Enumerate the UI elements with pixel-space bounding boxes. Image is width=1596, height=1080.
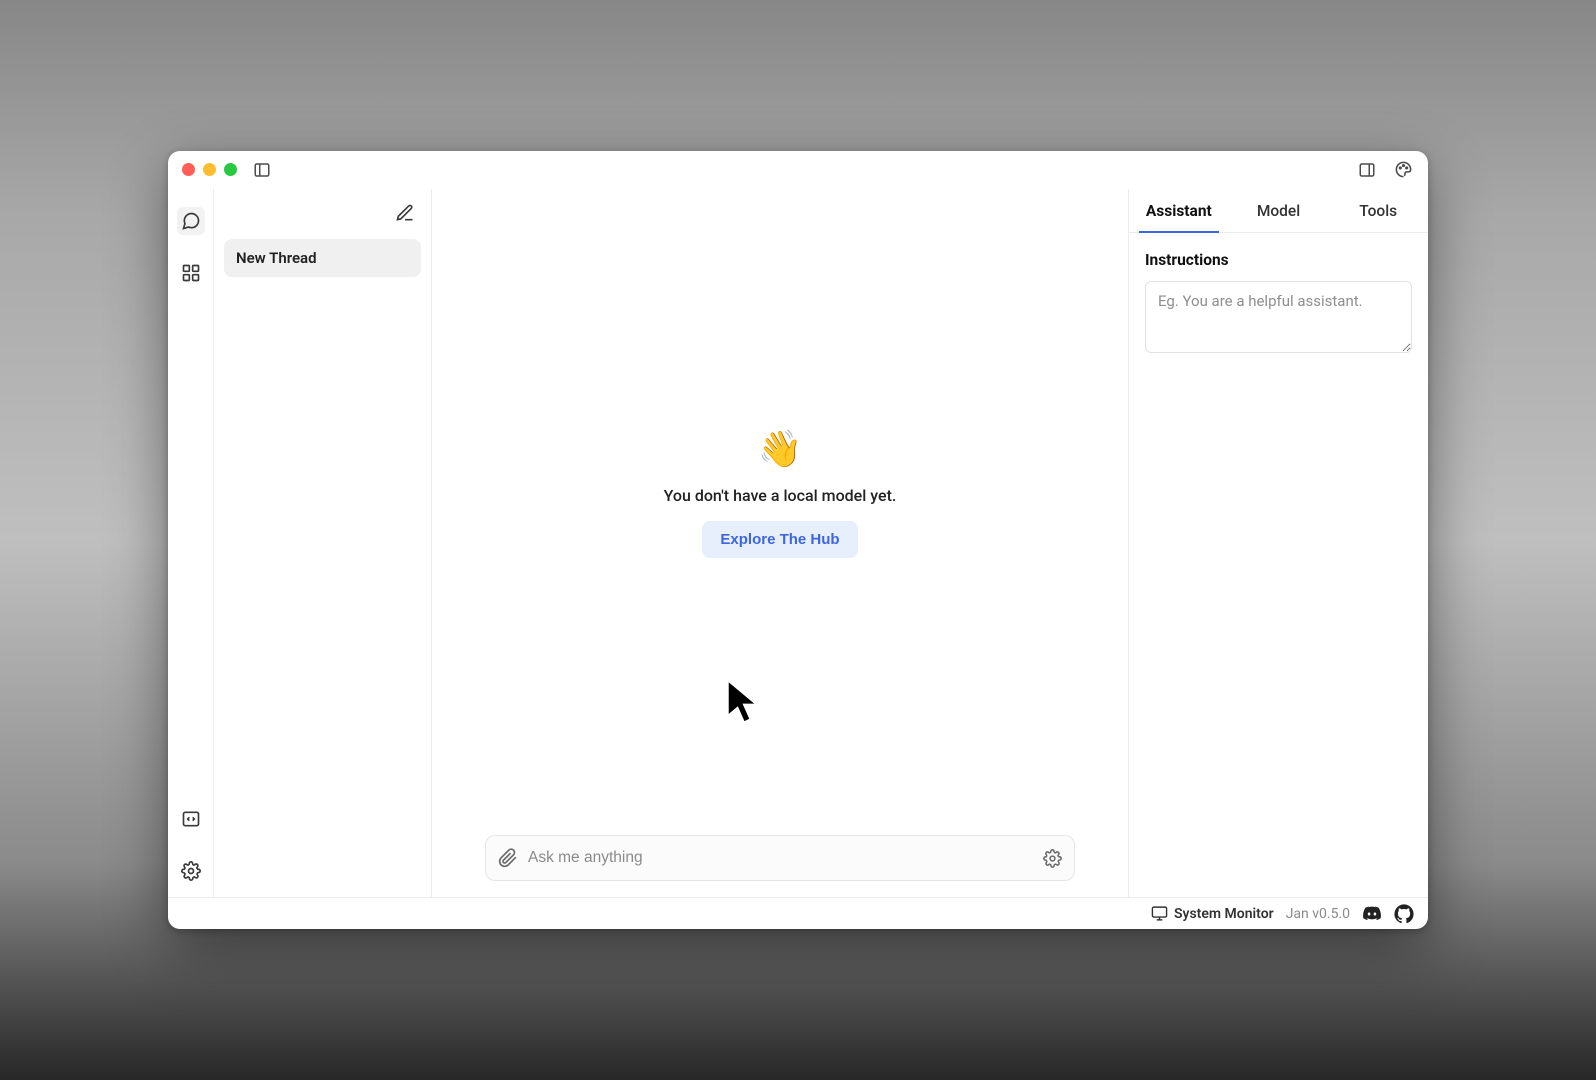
window-close-button[interactable] xyxy=(182,163,195,176)
nav-rail xyxy=(168,189,214,897)
tab-label: Assistant xyxy=(1146,202,1212,220)
code-square-icon xyxy=(181,809,201,829)
github-link[interactable] xyxy=(1394,904,1414,924)
tab-label: Model xyxy=(1257,202,1300,220)
discord-icon xyxy=(1362,904,1382,924)
right-panel-tabs: Assistant Model Tools xyxy=(1129,189,1428,233)
tab-assistant[interactable]: Assistant xyxy=(1129,189,1229,232)
new-thread-button[interactable] xyxy=(395,203,415,223)
system-monitor-button[interactable]: System Monitor xyxy=(1151,905,1274,922)
window-maximize-button[interactable] xyxy=(224,163,237,176)
threads-sidebar: New Thread xyxy=(214,189,432,897)
monitor-icon xyxy=(1151,905,1168,922)
panel-left-icon xyxy=(253,161,271,179)
chat-settings-button[interactable] xyxy=(1043,849,1062,868)
rail-item-local-api[interactable] xyxy=(177,805,205,833)
discord-link[interactable] xyxy=(1362,904,1382,924)
gear-icon xyxy=(181,861,201,881)
instructions-label: Instructions xyxy=(1145,251,1412,269)
titlebar-right xyxy=(1356,159,1414,181)
tab-model[interactable]: Model xyxy=(1229,189,1329,232)
github-icon xyxy=(1394,904,1414,924)
app-version: Jan v0.5.0 xyxy=(1286,906,1350,922)
grid-icon xyxy=(181,263,201,283)
tab-tools[interactable]: Tools xyxy=(1328,189,1428,232)
theme-button[interactable] xyxy=(1392,159,1414,181)
statusbar: System Monitor Jan v0.5.0 xyxy=(168,897,1428,929)
rail-item-hub[interactable] xyxy=(177,259,205,287)
chat-icon xyxy=(181,211,201,231)
titlebar xyxy=(168,151,1428,189)
gear-icon xyxy=(1043,849,1062,868)
wave-icon: 👋 xyxy=(758,428,803,470)
rail-item-chat[interactable] xyxy=(177,207,205,235)
empty-state: 👋 You don't have a local model yet. Expl… xyxy=(664,428,897,558)
window-minimize-button[interactable] xyxy=(203,163,216,176)
system-monitor-label: System Monitor xyxy=(1174,906,1274,922)
chat-main: 👋 You don't have a local model yet. Expl… xyxy=(432,189,1128,897)
app-body: New Thread 👋 You don't have a local mode… xyxy=(168,189,1428,897)
attach-button[interactable] xyxy=(498,848,518,868)
sidebar-toggle-left-button[interactable] xyxy=(253,161,271,179)
window-controls xyxy=(182,163,237,176)
right-panel: Assistant Model Tools Instructions xyxy=(1128,189,1428,897)
explore-hub-button[interactable]: Explore The Hub xyxy=(702,521,857,558)
assistant-panel-body: Instructions xyxy=(1129,233,1428,375)
chat-input[interactable] xyxy=(528,849,1033,867)
app-window: New Thread 👋 You don't have a local mode… xyxy=(168,151,1428,929)
empty-state-message: You don't have a local model yet. xyxy=(664,486,897,505)
paperclip-icon xyxy=(498,848,518,868)
tab-label: Tools xyxy=(1359,202,1397,220)
cursor-icon xyxy=(724,677,764,729)
instructions-textarea[interactable] xyxy=(1145,281,1412,353)
palette-icon xyxy=(1394,160,1413,179)
sidebar-toggle-right-button[interactable] xyxy=(1356,159,1378,181)
chat-input-bar xyxy=(485,835,1075,881)
panel-right-icon xyxy=(1358,161,1376,179)
thread-item[interactable]: New Thread xyxy=(224,239,421,277)
rail-item-settings[interactable] xyxy=(177,857,205,885)
thread-item-label: New Thread xyxy=(236,249,317,267)
edit-icon xyxy=(395,203,415,223)
